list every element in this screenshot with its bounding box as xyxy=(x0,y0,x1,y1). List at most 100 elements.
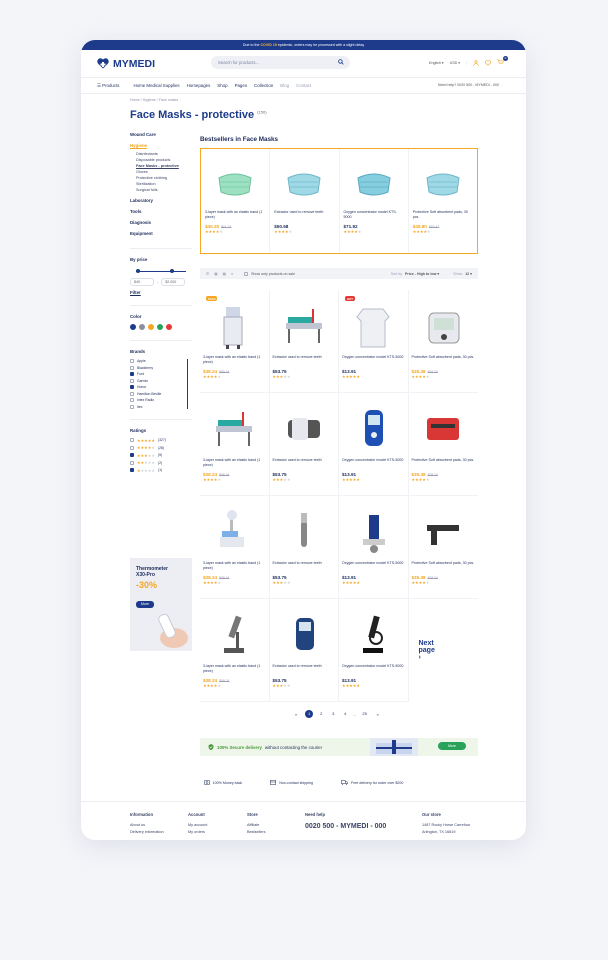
product-card[interactable]: Extractor used to remove teeth $53.75 ★★★★… xyxy=(269,496,339,599)
product-name[interactable]: Oxygen concentrator model KTS-5000 xyxy=(342,664,405,677)
view-grid-icon[interactable]: ▩ xyxy=(223,272,226,276)
product-name[interactable]: 3-layer mask with an elastic band (1 pie… xyxy=(203,355,266,368)
product-card[interactable]: Extractor used to remove teeth $53.75 ★★★★… xyxy=(269,599,339,702)
category-diagnosis[interactable]: Diagnosis xyxy=(130,220,192,225)
subcategory-item[interactable]: Sterilization xyxy=(136,182,192,186)
rating-checkbox[interactable] xyxy=(130,438,134,442)
footer-link[interactable]: My account xyxy=(188,823,207,827)
product-image[interactable] xyxy=(203,503,266,558)
brand-option[interactable]: Hamilton Beville xyxy=(130,391,187,396)
footer-link[interactable]: My orders xyxy=(188,830,207,834)
color-swatch[interactable] xyxy=(157,324,163,330)
nav-item-contact[interactable]: Contact xyxy=(296,83,311,88)
page-button[interactable]: 3 xyxy=(329,710,337,718)
product-name[interactable]: Oxygen concentrator model KTS-5000 xyxy=(344,210,404,223)
nav-item-shop[interactable]: Shop xyxy=(217,83,227,88)
product-card[interactable]: Protective Soft absorbent pads, 30 pcs. $… xyxy=(408,496,478,599)
subcategory-item[interactable]: Disinfectants xyxy=(136,152,192,156)
product-card[interactable]: Oxygen concentrator model KTS-5000 $13.91… xyxy=(339,599,409,702)
rating-option[interactable]: ★★★★★ (2) xyxy=(130,460,192,465)
product-card[interactable]: Protective Soft absorbent pads, 30 pcs. $… xyxy=(408,393,478,496)
product-name[interactable]: Protective Soft absorbent pads, 30 pcs. xyxy=(412,561,476,574)
product-image[interactable] xyxy=(342,297,405,352)
range-min-handle[interactable] xyxy=(136,269,140,273)
rating-option[interactable]: ★★★★★ (5) xyxy=(130,453,192,458)
show-select[interactable]: 12 ▾ xyxy=(465,272,472,276)
view-list-icon[interactable]: ☰ xyxy=(206,272,209,276)
product-image[interactable] xyxy=(203,606,266,661)
product-image[interactable] xyxy=(412,503,476,558)
price-max-input[interactable]: $2,000 xyxy=(161,278,186,286)
product-image[interactable] xyxy=(344,153,404,207)
promo-more-button[interactable]: More xyxy=(136,600,154,608)
product-name[interactable]: Extractor used to remove teeth xyxy=(273,458,336,471)
product-name[interactable]: Protective Soft absorbent pads, 30 pcs. xyxy=(412,355,476,368)
product-name[interactable]: Protective Soft absorbent pads, 30 pcs. xyxy=(412,458,476,471)
rating-checkbox[interactable] xyxy=(130,468,134,472)
product-card[interactable]: Oxygen concentrator model KTS-5000 $13.91… xyxy=(339,496,409,599)
product-image[interactable] xyxy=(203,400,266,455)
product-card[interactable]: 3-layer mask with an elastic band (1 pie… xyxy=(200,393,270,496)
footer-link[interactable]: Bestsellers xyxy=(247,830,266,834)
product-name[interactable]: Oxygen concentrator model KTS-5000 xyxy=(342,355,405,368)
brand-checkbox[interactable] xyxy=(130,404,134,409)
product-card[interactable]: 3-layer mask with an elastic band (1 pie… xyxy=(200,599,270,702)
nav-item-blog[interactable]: Blog xyxy=(280,83,289,88)
product-card[interactable]: Extractor used to remove teeth $53.75 ★★★★… xyxy=(269,393,339,496)
subcategory-item[interactable]: Surgical foils xyxy=(136,188,192,192)
brand-option[interactable]: Honor xyxy=(130,385,187,389)
footer-link[interactable]: Delivery information xyxy=(130,830,164,834)
product-image[interactable] xyxy=(342,606,405,661)
product-image[interactable] xyxy=(205,153,265,207)
rating-checkbox[interactable] xyxy=(130,460,134,465)
brand-option[interactable]: Apple xyxy=(130,359,187,363)
category-equipment[interactable]: Equipment xyxy=(130,231,192,236)
product-name[interactable]: Extractor used to remove teeth xyxy=(273,561,336,574)
rating-option[interactable]: ★★★★★ (327) xyxy=(130,438,192,443)
product-card[interactable]: HOT Oxygen concentrator model KTS-5000 $13… xyxy=(339,290,409,393)
sort-select[interactable]: Price - High to low ▾ xyxy=(405,272,439,276)
breadcrumb-home[interactable]: Home xyxy=(130,98,140,102)
product-card[interactable]: Extractor used to remove teeth $53.75 ★★★★… xyxy=(269,290,339,393)
page-button[interactable]: 1 xyxy=(305,710,314,718)
logo[interactable]: MYMEDI xyxy=(97,58,181,70)
brand-checkbox[interactable] xyxy=(130,359,134,363)
product-image[interactable] xyxy=(413,153,473,207)
subcategory-item[interactable]: Disposable products xyxy=(136,158,192,162)
pagination-prev[interactable]: « xyxy=(295,712,297,717)
footer-phone[interactable]: 0020 500 - MYMEDI - 000 xyxy=(305,823,386,830)
product-name[interactable]: Extractor used to remove teeth xyxy=(273,664,336,677)
products-menu[interactable]: ☰ Products xyxy=(97,83,126,89)
product-name[interactable]: Oxygen concentrator model KTS-5000 xyxy=(342,458,405,471)
product-image[interactable] xyxy=(412,297,476,352)
subcategory-item[interactable]: Gloves xyxy=(136,170,192,174)
page-button-last[interactable]: 25 xyxy=(361,710,369,718)
product-image[interactable] xyxy=(412,400,476,455)
brand-checkbox[interactable] xyxy=(130,398,134,402)
bestseller-card[interactable]: 3-layer mask with an elastic band (1 pie… xyxy=(201,149,271,253)
bestseller-card[interactable]: Extractor used to remove teeth $50.58 ★★★★… xyxy=(270,149,340,253)
brand-checkbox[interactable] xyxy=(130,385,134,389)
search-icon[interactable] xyxy=(338,59,344,65)
subcategory-item[interactable]: Protective clothing xyxy=(136,176,192,180)
range-max-handle[interactable] xyxy=(170,269,174,273)
language-select[interactable]: English ▾ xyxy=(429,61,444,65)
rating-checkbox[interactable] xyxy=(130,453,134,457)
view-compact-icon[interactable]: ≡ xyxy=(231,272,233,276)
product-image[interactable] xyxy=(273,503,336,558)
product-image[interactable] xyxy=(342,503,405,558)
nav-item-pages[interactable]: Pages xyxy=(235,83,247,88)
color-swatch[interactable] xyxy=(139,324,145,330)
rating-option[interactable]: ★★★★★ (28) xyxy=(130,445,192,450)
nav-item-home-medical[interactable]: Home Medical Supplies xyxy=(133,83,179,88)
pagination-next[interactable]: » xyxy=(377,712,379,717)
filter-link[interactable]: Filter xyxy=(130,290,192,295)
nav-item-homepages[interactable]: Homepages xyxy=(187,83,211,88)
page-button[interactable]: 2 xyxy=(317,710,325,718)
page-button[interactable]: 4 xyxy=(341,710,349,718)
product-card[interactable]: SALE 3-layer mask with an elastic band (1… xyxy=(200,290,270,393)
color-swatch[interactable] xyxy=(130,324,136,330)
product-name[interactable]: Protective Soft absorbent pads, 30 pcs. xyxy=(413,210,473,223)
product-name[interactable]: Oxygen concentrator model KTS-5000 xyxy=(342,561,405,574)
color-swatch[interactable] xyxy=(166,324,172,330)
